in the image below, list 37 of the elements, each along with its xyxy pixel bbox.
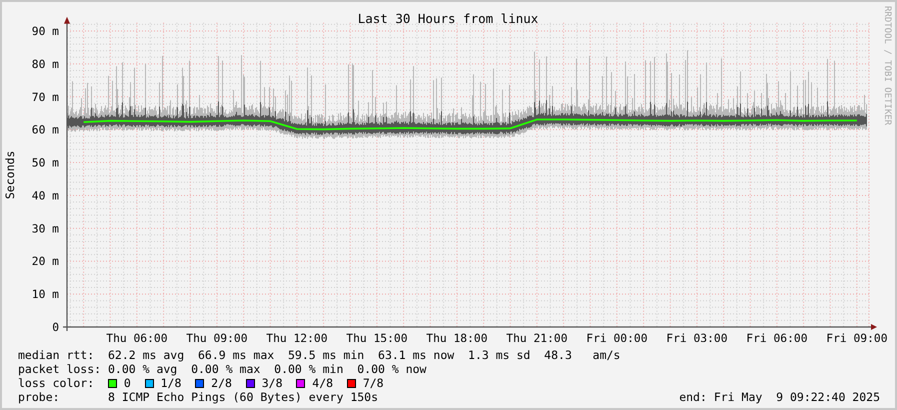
y-tick-label: 30 m [32,222,59,236]
probe-text: 8 ICMP Echo Pings (60 Bytes) every 150s [108,390,378,404]
x-tick-label: Fri 03:00 [666,332,728,342]
x-tick-label: Thu 15:00 [346,332,408,342]
x-tick-label: Fri 06:00 [746,332,808,342]
end-time: end: Fri May 9 09:22:40 2025 [679,390,880,404]
x-tick-label: Thu 06:00 [106,332,168,342]
y-axis-label: Seconds [3,150,17,200]
x-tick-label: Thu 21:00 [506,332,568,342]
y-tick-label: 60 m [32,124,59,137]
swatch-label: 0 [124,376,131,390]
x-tick-label: Thu 18:00 [426,332,488,342]
swatch-label: 7/8 [362,376,384,390]
legend-label: median rtt: [18,348,96,362]
swatch-label: 1/8 [160,376,182,390]
legend-label: packet loss: [18,362,102,376]
y-tick-label: 50 m [32,156,59,170]
stat-text: 62.2 ms avg 66.9 ms max 59.5 ms min 63.1 ms now 1.3 ms sd 48.3 am/s [108,348,620,362]
swatch-label: 2/8 [211,376,232,390]
y-tick-label: 10 m [32,288,59,302]
credit-text: RRDTOOL / TOBI OETIKER [882,6,892,126]
x-tick-label: Fri 09:00 [826,332,888,342]
x-tick-label: Thu 09:00 [186,332,248,342]
y-tick-label: 20 m [32,255,59,268]
y-tick-label: 70 m [32,90,59,104]
y-tick-label: 0 [52,321,59,334]
y-tick-label: 90 m [32,25,59,38]
x-tick-label: Fri 00:00 [586,332,648,342]
x-tick-label: Thu 12:00 [266,332,328,342]
swatch-label: 4/8 [312,376,334,390]
chart-title: Last 30 Hours from linux [358,11,538,26]
legend-label: probe: [18,390,61,404]
swatch-label: 3/8 [262,376,282,390]
y-tick-label: 80 m [32,58,59,71]
stat-text: 0.00 % avg 0.00 % max 0.00 % min 0.00 % now [108,362,426,376]
y-tick-label: 40 m [32,189,59,202]
legend-label: loss color: [18,376,96,390]
